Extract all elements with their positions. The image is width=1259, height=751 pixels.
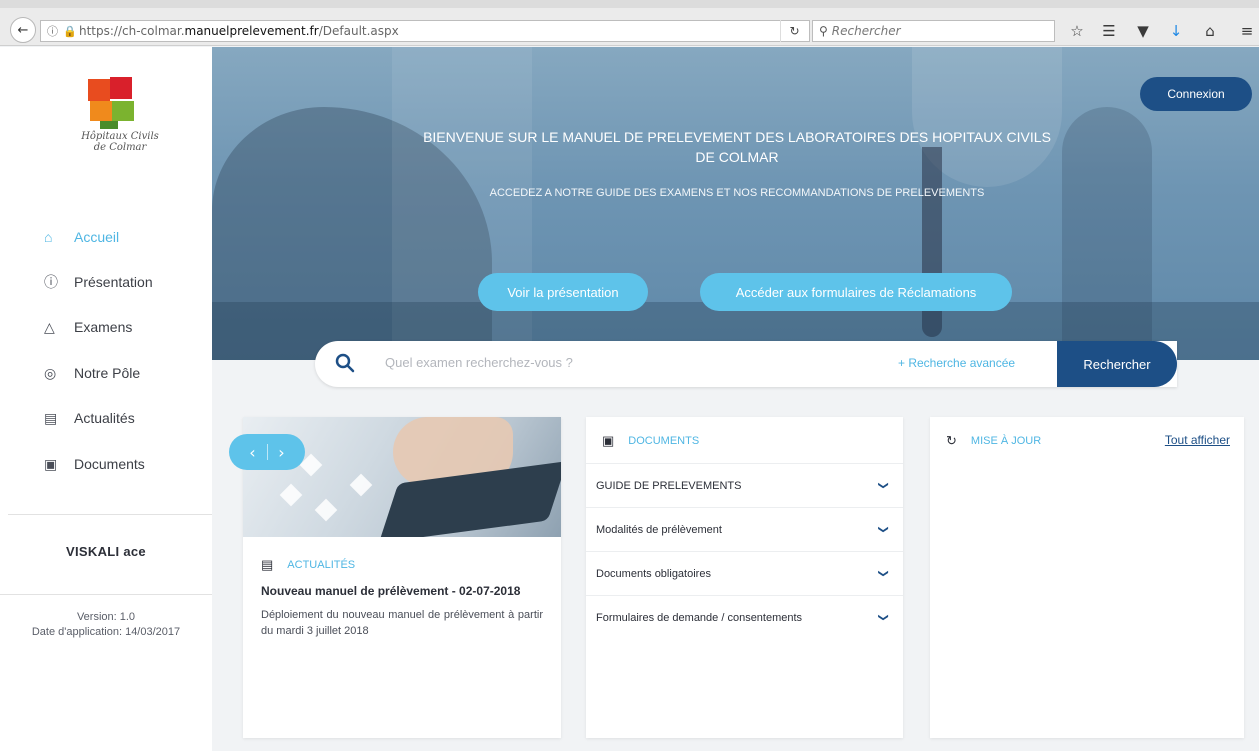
bookmark-star-icon[interactable]: ☆ xyxy=(1068,21,1086,41)
logo[interactable]: Hôpitaux Civils de Colmar xyxy=(80,77,160,157)
carousel-nav: ‹ › xyxy=(229,434,305,470)
hero-banner: Connexion BIENVENUE SUR LE MANUEL DE PRE… xyxy=(212,47,1259,360)
sidebar-item-label: Notre Pôle xyxy=(74,365,141,381)
advanced-search-link[interactable]: + Recherche avancée xyxy=(898,356,1015,370)
location-pin-icon: ◎ xyxy=(44,364,57,381)
accordion-label: Modalités de prélèvement xyxy=(596,523,722,536)
updates-heading: ↻ MISE À JOUR xyxy=(946,433,1041,449)
sidebar-item-label: Examens xyxy=(74,319,133,335)
sidebar-item-label: Documents xyxy=(74,456,145,472)
url-text: https://ch-colmar.manuelprelevement.fr/D… xyxy=(79,24,399,38)
browser-search-input[interactable]: ⚲ Rechercher xyxy=(812,20,1055,42)
reading-list-icon[interactable]: ☰ xyxy=(1100,21,1118,41)
search-icon xyxy=(335,353,355,373)
hero-subtitle: ACCEDEZ A NOTRE GUIDE DES EXAMENS ET NOS… xyxy=(489,187,985,199)
reclamations-button[interactable]: Accéder aux formulaires de Réclamations xyxy=(700,273,1012,311)
application-date: Date d'application: 14/03/2017 xyxy=(31,626,181,638)
chevron-down-icon: ❯ xyxy=(877,569,889,578)
accordion-label: Documents obligatoires xyxy=(596,567,711,580)
connexion-button[interactable]: Connexion xyxy=(1140,77,1252,111)
hero-title: BIENVENUE SUR LE MANUEL DE PRELEVEMENT D… xyxy=(423,129,1051,165)
refresh-icon: ↻ xyxy=(946,433,957,448)
sidebar-item-presentation[interactable]: ⓘ Présentation xyxy=(44,270,153,294)
address-bar[interactable]: ⓘ 🔒 https://ch-colmar.manuelprelevement.… xyxy=(40,20,810,42)
question-circle-icon: ⓘ xyxy=(44,274,58,290)
sidebar: Hôpitaux Civils de Colmar ⌂ Accueil ⓘ Pr… xyxy=(0,47,212,751)
accordion-label: Formulaires de demande / consentements xyxy=(596,611,803,624)
browser-toolbar: ← ⓘ 🔒 https://ch-colmar.manuelprelevemen… xyxy=(0,0,1259,46)
search-button[interactable]: Rechercher xyxy=(1057,341,1177,387)
news-title[interactable]: Nouveau manuel de prélèvement - 02-07-20… xyxy=(261,584,520,598)
accordion-label: GUIDE DE PRELEVEMENTS xyxy=(596,479,742,492)
newspaper-icon: ▤ xyxy=(261,557,274,572)
brand-logo: VISKALI ace xyxy=(66,544,146,559)
menu-icon[interactable]: ≡ xyxy=(1238,21,1256,41)
document-icon: ▣ xyxy=(602,433,615,448)
updates-card: ↻ MISE À JOUR Tout afficher xyxy=(930,417,1244,738)
chevron-down-icon: ❯ xyxy=(877,525,889,534)
browser-search-placeholder: Rechercher xyxy=(831,24,901,38)
documents-card: ▣ DOCUMENTS GUIDE DE PRELEVEMENTS ❯ Moda… xyxy=(586,417,903,738)
back-button[interactable]: ← xyxy=(10,17,36,43)
accordion-row-modalites[interactable]: Modalités de prélèvement ❯ xyxy=(586,507,903,551)
newspaper-icon: ▤ xyxy=(44,409,58,426)
show-all-link[interactable]: Tout afficher xyxy=(1165,433,1230,447)
version-info: Version: 1.0 Date d'application: 14/03/2… xyxy=(0,610,212,640)
documents-heading: ▣ DOCUMENTS xyxy=(602,433,699,449)
presentation-button[interactable]: Voir la présentation xyxy=(478,273,648,311)
exam-search-bar: Quel examen recherchez-vous ? + Recherch… xyxy=(315,341,1177,387)
news-heading: ▤ ACTUALITÉS xyxy=(261,557,355,573)
lock-icon: 🔒 xyxy=(63,24,77,38)
accordion-row-formulaires[interactable]: Formulaires de demande / consentements ❯ xyxy=(586,595,903,639)
reload-icon[interactable]: ↻ xyxy=(780,20,808,42)
home-browser-icon[interactable]: ⌂ xyxy=(1201,21,1219,41)
chevron-down-icon: ❯ xyxy=(877,613,889,622)
divider xyxy=(0,594,212,595)
accordion-row-documents-obligatoires[interactable]: Documents obligatoires ❯ xyxy=(586,551,903,595)
exam-search-input[interactable]: Quel examen recherchez-vous ? xyxy=(385,355,573,370)
carousel-next-button[interactable]: › xyxy=(268,443,296,462)
updates-heading-label: MISE À JOUR xyxy=(970,435,1042,447)
home-icon: ⌂ xyxy=(44,229,53,245)
sidebar-item-actualites[interactable]: ▤ Actualités xyxy=(44,406,135,430)
accordion-row-guide[interactable]: GUIDE DE PRELEVEMENTS ❯ xyxy=(586,463,903,507)
version-text: Version: 1.0 xyxy=(76,611,136,623)
sidebar-item-accueil[interactable]: ⌂ Accueil xyxy=(44,225,119,249)
sidebar-item-examens[interactable]: △ Examens xyxy=(44,315,132,339)
chevron-down-icon: ❯ xyxy=(877,481,889,490)
info-icon[interactable]: ⓘ xyxy=(47,23,63,39)
download-icon[interactable]: ↓ xyxy=(1167,21,1185,41)
document-icon: ▣ xyxy=(44,455,58,472)
flask-icon: △ xyxy=(44,318,55,335)
sidebar-item-label: Actualités xyxy=(74,410,135,426)
sidebar-item-documents[interactable]: ▣ Documents xyxy=(44,452,145,476)
logo-text: Hôpitaux Civils de Colmar xyxy=(81,131,159,153)
pocket-icon[interactable]: ▼ xyxy=(1134,21,1152,41)
sidebar-item-notre-pole[interactable]: ◎ Notre Pôle xyxy=(44,361,140,385)
documents-heading-label: DOCUMENTS xyxy=(628,435,700,447)
news-body: Déploiement du nouveau manuel de prélève… xyxy=(261,609,543,637)
search-icon: ⚲ xyxy=(819,24,828,38)
news-heading-label: ACTUALITÉS xyxy=(287,559,356,571)
sidebar-item-label: Présentation xyxy=(74,274,153,290)
sidebar-item-label: Accueil xyxy=(74,229,120,245)
carousel-prev-button[interactable]: ‹ xyxy=(239,443,267,462)
divider xyxy=(8,514,212,515)
tab-strip xyxy=(0,0,1259,8)
